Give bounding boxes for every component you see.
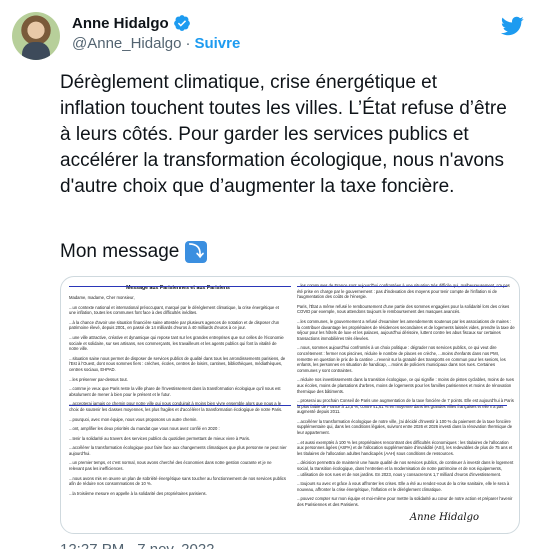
letter-paragraph: ...pourquoi, avec mon équipe, nous vous …: [69, 416, 198, 422]
message-label: Mon message: [60, 241, 180, 262]
blue-rule: [69, 405, 291, 406]
author-handle[interactable]: @Anne_Hidalgo: [72, 35, 181, 52]
separator: ·: [185, 35, 191, 52]
author-handle-row: @Anne_Hidalgo · Suivre: [72, 35, 240, 52]
twitter-bird-icon[interactable]: [500, 14, 524, 38]
letter-paragraph: ...accepterai jamais ce chemin pour notr…: [69, 401, 283, 412]
tweet-text: Dérèglement climatique, crise énergétiqu…: [60, 72, 507, 197]
letter-paragraph: ...accélérer la transformation écologiqu…: [69, 445, 287, 456]
letter-paragraph: ...à la chance d'avoir une situation fin…: [69, 319, 280, 331]
letter-paragraph: ...proserai au prochain Conseil de Paris…: [297, 398, 514, 415]
blue-rule: [297, 405, 507, 406]
tweet-time: 12:27 PM: [60, 541, 124, 549]
letter-paragraph: ...nous, sommes aujourd'hui confrontés à…: [297, 345, 506, 373]
author-display-name[interactable]: Anne Hidalgo: [72, 15, 169, 32]
letter-paragraph: ...toujours su avec et grâce à vous affr…: [297, 481, 510, 492]
letter-paragraph: Paris, l'État a même refusé le rembourse…: [297, 303, 510, 315]
letter-paragraph: ...tenir la solidarité au travers des se…: [69, 435, 251, 441]
signature: Anne Hidalgo: [409, 512, 479, 523]
attached-image[interactable]: Message aux Parisiennes et aux Parisiens…: [60, 276, 520, 534]
arrow-down-right-icon: ⤵: [185, 241, 208, 263]
letter-right-column: ...les communes de France sont aujourd'h…: [297, 283, 515, 512]
letter-paragraph: ...et aussi exemptés à 100 % les proprié…: [297, 439, 513, 456]
blue-rule: [69, 286, 291, 287]
letter-left-column: Message aux Parisiennes et aux Parisiens…: [69, 283, 287, 500]
letter-paragraph: ...pouvez compter sur mon équipe et moi-…: [297, 496, 513, 507]
letter-paragraph: ...les préserver par-dessus tout.: [69, 376, 128, 382]
tweet-card: Anne Hidalgo @Anne_Hidalgo · Suivre Dérè…: [0, 0, 536, 549]
letter-paragraph: ...ont, amplifier les deux priorités du …: [69, 426, 220, 432]
letter-paragraph: ...la troisième mesure en appelle à la s…: [69, 490, 207, 496]
letter-paragraph: ...les communes, le gouvernement a refus…: [297, 318, 515, 341]
tweet-timestamp[interactable]: 12:27 PM · 7 nov. 2022: [60, 541, 215, 549]
verified-badge-icon: [173, 14, 191, 32]
letter-paragraph: ...situation saine nous permet de dispos…: [69, 355, 286, 372]
letter-paragraph: ...un premier temps, et c'est normal, no…: [69, 460, 272, 472]
tweet-date: 7 nov. 2022: [137, 541, 214, 549]
message-line: Mon message ⤵: [60, 239, 208, 265]
letter-paragraph: ...nous avons mis en œuvre un plan de so…: [69, 475, 286, 487]
author-name-row: Anne Hidalgo: [72, 14, 191, 32]
letter-document: Message aux Parisiennes et aux Parisiens…: [61, 277, 519, 533]
letter-paragraph: Madame, madame, Cher monsieur,: [69, 295, 135, 300]
letter-paragraph: ...un contexte national et international…: [69, 304, 279, 316]
follow-button[interactable]: Suivre: [194, 35, 240, 52]
letter-paragraph: ...accélérer la transformation écologiqu…: [297, 418, 513, 436]
letter-paragraph: ...décision permettra de maintenir une h…: [297, 460, 514, 477]
separator: ·: [128, 541, 133, 549]
letter-paragraph: ...réduire nos investissements dans la t…: [297, 377, 514, 394]
blue-rule: [297, 286, 507, 287]
letter-paragraph: ...une ville attractive, créative et dyn…: [69, 334, 284, 352]
letter-paragraph: ...comme je veux que Paris reste la vill…: [69, 386, 281, 397]
avatar[interactable]: [12, 12, 60, 60]
